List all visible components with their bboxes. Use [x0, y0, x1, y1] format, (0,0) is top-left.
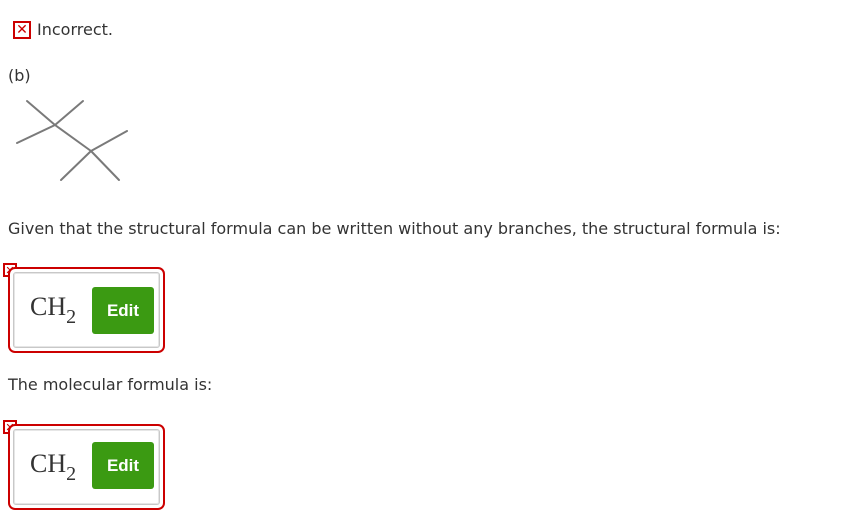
- formula-text: CH2: [30, 292, 76, 329]
- answer-field[interactable]: CH2 Edit: [13, 429, 160, 505]
- status-row: ✕ Incorrect.: [13, 20, 113, 39]
- status-text: Incorrect.: [37, 20, 113, 39]
- question-structural: Given that the structural formula can be…: [8, 219, 781, 238]
- molecular-formula-answer-box[interactable]: CH2 Edit: [8, 424, 165, 510]
- question-molecular: The molecular formula is:: [8, 375, 213, 394]
- answer-field[interactable]: CH2 Edit: [13, 272, 160, 348]
- formula-subscript: 2: [66, 462, 77, 485]
- formula-main: CH: [30, 291, 67, 321]
- edit-button[interactable]: Edit: [92, 287, 154, 334]
- bond-line: [54, 100, 84, 126]
- structural-formula-answer-box[interactable]: CH2 Edit: [8, 267, 165, 353]
- bond-line: [26, 100, 56, 126]
- part-label: (b): [8, 66, 31, 85]
- formula-main: CH: [30, 448, 67, 478]
- bond-line: [16, 124, 56, 144]
- page: ✕ Incorrect. (b) Given that the structur…: [0, 0, 845, 526]
- bond-line: [60, 150, 92, 181]
- x-mark-icon: ✕: [13, 20, 31, 39]
- formula-subscript: 2: [66, 305, 77, 328]
- edit-button[interactable]: Edit: [92, 442, 154, 489]
- bond-line: [54, 124, 92, 152]
- formula-text: CH2: [30, 449, 76, 486]
- bond-line: [90, 130, 128, 152]
- bond-line: [90, 150, 120, 181]
- skeletal-structure-diagram: [16, 100, 128, 181]
